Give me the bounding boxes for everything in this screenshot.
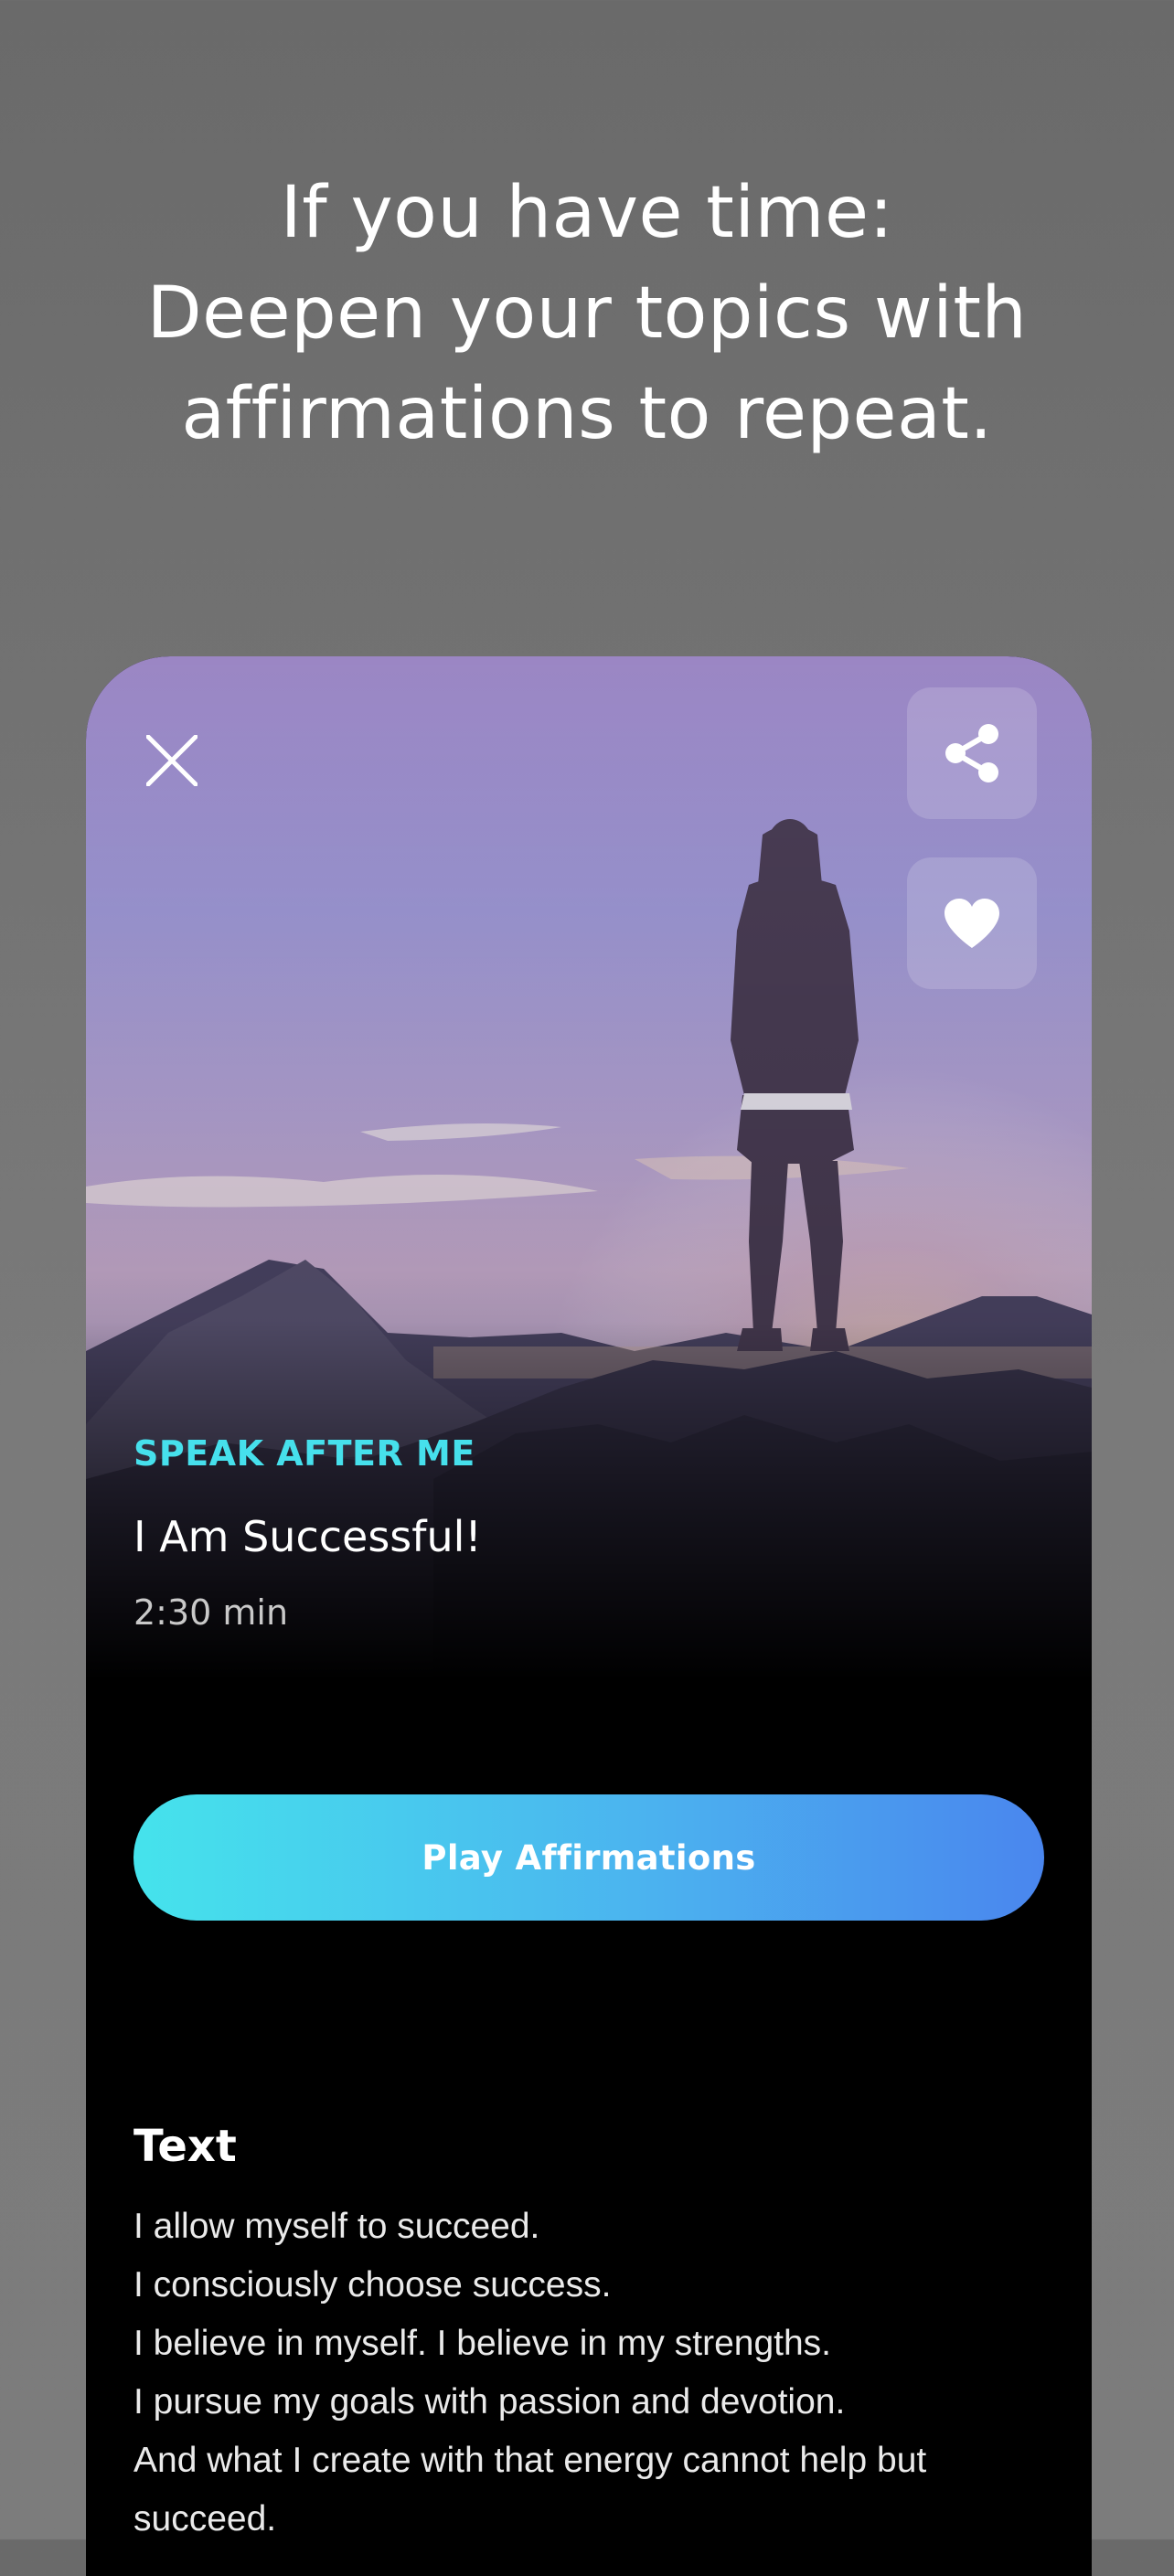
- duration-label: 2:30 min: [133, 1592, 289, 1633]
- favorite-button[interactable]: [907, 857, 1037, 989]
- affirmation-title: I Am Successful!: [133, 1512, 482, 1561]
- headline-line-1: If you have time:: [280, 172, 894, 254]
- heart-icon: [945, 899, 999, 948]
- text-line: I believe in myself. I believe in my str…: [133, 2324, 831, 2363]
- category-label: SPEAK AFTER ME: [133, 1433, 475, 1474]
- text-line: I allow myself to succeed.: [133, 2207, 540, 2246]
- close-icon: [146, 735, 197, 786]
- share-button[interactable]: [907, 687, 1037, 819]
- text-section-heading: Text: [133, 2121, 237, 2172]
- text-line: I consciously choose success.: [133, 2265, 612, 2305]
- headline-line-3: affirmations to repeat.: [181, 373, 993, 455]
- affirmation-text: I allow myself to succeed. I consciously…: [133, 2198, 1057, 2549]
- close-button[interactable]: [132, 720, 212, 801]
- text-line: And what I create with that energy canno…: [133, 2441, 927, 2539]
- play-affirmations-button[interactable]: Play Affirmations: [133, 1794, 1044, 1921]
- text-line: I pursue my goals with passion and devot…: [133, 2382, 846, 2422]
- headline-line-2: Deepen your topics with: [146, 272, 1028, 355]
- share-icon: [945, 724, 998, 782]
- affirmation-card: SPEAK AFTER ME I Am Successful! 2:30 min…: [86, 656, 1092, 2576]
- headline: If you have time: Deepen your topics wit…: [0, 163, 1174, 464]
